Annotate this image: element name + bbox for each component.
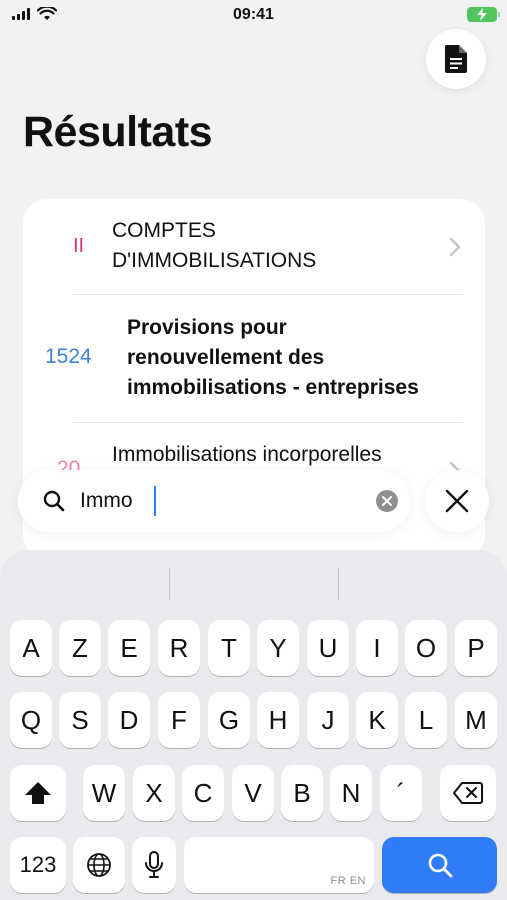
document-button[interactable] xyxy=(426,29,486,89)
item-label-line: renouvellement des xyxy=(127,346,325,369)
close-icon xyxy=(445,489,469,513)
key[interactable]: K xyxy=(356,692,398,748)
search-bar[interactable] xyxy=(18,470,410,532)
shift-key[interactable] xyxy=(10,765,66,821)
key[interactable]: M xyxy=(455,692,497,748)
battery-charging-icon xyxy=(467,7,500,22)
key[interactable]: G xyxy=(208,692,250,748)
key[interactable]: W xyxy=(83,765,125,821)
key[interactable]: C xyxy=(182,765,224,821)
key[interactable]: Y xyxy=(257,620,299,676)
document-icon xyxy=(445,45,467,73)
key[interactable]: I xyxy=(356,620,398,676)
key[interactable]: E xyxy=(108,620,150,676)
search-key[interactable] xyxy=(382,837,497,893)
key[interactable]: Z xyxy=(59,620,101,676)
key[interactable]: ´ xyxy=(380,765,422,821)
key[interactable]: B xyxy=(281,765,323,821)
key[interactable]: X xyxy=(133,765,175,821)
backspace-key[interactable] xyxy=(440,765,496,821)
search-icon xyxy=(43,490,65,512)
key[interactable]: A xyxy=(10,620,52,676)
suggestion-divider xyxy=(169,568,170,600)
item-label-line: Provisions pour xyxy=(127,316,287,339)
globe-key[interactable] xyxy=(73,837,125,893)
search-input[interactable] xyxy=(80,482,350,520)
item-label-line: D'IMMOBILISATIONS xyxy=(112,249,317,272)
key[interactable]: Q xyxy=(10,692,52,748)
suggestion-divider xyxy=(338,568,339,600)
key[interactable]: S xyxy=(59,692,101,748)
text-cursor xyxy=(154,486,156,516)
key[interactable]: D xyxy=(108,692,150,748)
key[interactable]: P xyxy=(455,620,497,676)
key[interactable]: R xyxy=(158,620,200,676)
key[interactable]: U xyxy=(307,620,349,676)
key[interactable]: T xyxy=(208,620,250,676)
key[interactable]: J xyxy=(307,692,349,748)
key[interactable]: H xyxy=(257,692,299,748)
microphone-key[interactable] xyxy=(132,837,176,893)
list-item[interactable]: 1524 Provisions pour renouvellement des … xyxy=(23,295,485,422)
key[interactable]: V xyxy=(232,765,274,821)
item-code: II xyxy=(73,235,85,257)
close-search-button[interactable] xyxy=(425,470,489,532)
keyboard: A Z E R T Y U I O P Q S D F G H J K L M … xyxy=(0,550,507,900)
clear-search-button[interactable] xyxy=(376,490,398,512)
numbers-key[interactable]: 123 xyxy=(10,837,66,893)
key[interactable]: L xyxy=(405,692,447,748)
key[interactable]: N xyxy=(330,765,372,821)
space-key[interactable]: FR EN xyxy=(184,837,374,893)
globe-icon xyxy=(87,853,111,877)
shift-icon xyxy=(25,782,51,804)
language-indicator: FR EN xyxy=(330,875,366,887)
microphone-icon xyxy=(145,851,163,878)
item-label-line: COMPTES xyxy=(112,219,216,242)
backspace-icon xyxy=(453,782,483,804)
item-label-line: Immobilisations incorporelles xyxy=(112,443,382,466)
list-item[interactable]: II COMPTES D'IMMOBILISATIONS xyxy=(23,199,485,294)
key[interactable]: O xyxy=(405,620,447,676)
key[interactable]: F xyxy=(158,692,200,748)
status-bar: 09:41 xyxy=(0,0,507,30)
clear-icon xyxy=(382,496,392,506)
status-time: 09:41 xyxy=(233,6,274,23)
chevron-right-icon xyxy=(449,237,461,257)
page-title: Résultats xyxy=(23,108,213,156)
item-label-line: immobilisations - entreprises xyxy=(127,376,419,399)
item-code: 1524 xyxy=(45,345,92,368)
search-icon xyxy=(428,853,452,878)
